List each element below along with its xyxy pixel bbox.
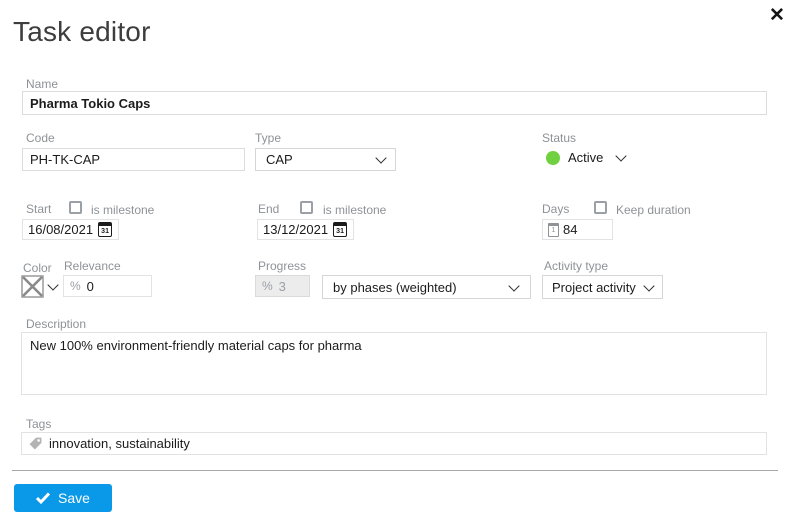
- keep-duration-checkbox[interactable]: [594, 201, 607, 214]
- days-input[interactable]: 1 84: [542, 219, 613, 240]
- save-button-label: Save: [58, 490, 90, 506]
- status-label: Status: [542, 131, 576, 145]
- status-selected-value: Active: [568, 150, 603, 165]
- days-value: 84: [563, 222, 577, 237]
- type-select[interactable]: CAP: [255, 148, 396, 171]
- save-button[interactable]: Save: [14, 484, 112, 512]
- chevron-down-icon: [47, 279, 58, 290]
- end-label: End: [258, 202, 279, 216]
- calendar-icon: 31: [333, 222, 347, 237]
- name-label: Name: [26, 77, 58, 91]
- color-select[interactable]: [21, 275, 57, 298]
- start-milestone-label: is milestone: [91, 203, 154, 217]
- start-date-value: 16/08/2021: [28, 222, 93, 237]
- color-label: Color: [23, 261, 52, 275]
- activity-type-select[interactable]: Project activity: [542, 275, 663, 299]
- check-icon: [36, 492, 50, 504]
- name-input[interactable]: [22, 91, 767, 115]
- progress-mode-selected-value: by phases (weighted): [333, 280, 457, 295]
- chevron-down-icon: [643, 280, 654, 291]
- task-editor-dialog: Task editor ✕ Name Code Type CAP Status …: [0, 0, 790, 532]
- tag-icon: [28, 436, 43, 451]
- end-date-value: 13/12/2021: [263, 222, 328, 237]
- type-selected-value: CAP: [266, 152, 293, 167]
- activity-type-label: Activity type: [544, 259, 608, 273]
- end-milestone-checkbox[interactable]: [300, 201, 313, 214]
- chevron-down-icon: [616, 150, 627, 161]
- progress-mode-select[interactable]: by phases (weighted): [322, 275, 531, 299]
- status-select[interactable]: Active: [546, 150, 625, 165]
- relevance-label: Relevance: [64, 259, 121, 273]
- relevance-value: 0: [87, 279, 94, 294]
- progress-value: 3: [279, 279, 286, 294]
- description-textarea[interactable]: New 100% environment-friendly material c…: [21, 332, 767, 395]
- description-label: Description: [26, 317, 86, 331]
- footer-divider: [12, 470, 778, 471]
- tags-label: Tags: [26, 417, 51, 431]
- days-label: Days: [542, 202, 569, 216]
- relevance-input[interactable]: % 0: [63, 275, 152, 297]
- code-label: Code: [26, 131, 55, 145]
- start-milestone-checkbox[interactable]: [69, 201, 82, 214]
- end-date-input[interactable]: 13/12/2021 31: [257, 219, 354, 240]
- activity-type-selected-value: Project activity: [552, 280, 636, 295]
- tags-field[interactable]: [21, 432, 767, 455]
- page-title: Task editor: [13, 16, 151, 48]
- progress-value-input-disabled: % 3: [255, 275, 310, 297]
- chevron-down-icon: [508, 280, 519, 291]
- keep-duration-label: Keep duration: [616, 203, 691, 217]
- end-milestone-label: is milestone: [323, 203, 386, 217]
- percent-icon: %: [70, 279, 81, 293]
- no-color-swatch-icon: [21, 275, 44, 298]
- tags-input[interactable]: [49, 436, 760, 451]
- start-label: Start: [26, 202, 51, 216]
- percent-icon: %: [262, 279, 273, 293]
- status-active-dot-icon: [546, 151, 560, 165]
- type-label: Type: [255, 131, 281, 145]
- start-date-input[interactable]: 16/08/2021 31: [22, 219, 119, 240]
- close-icon[interactable]: ✕: [769, 6, 785, 25]
- day-icon: 1: [548, 223, 559, 237]
- calendar-icon: 31: [98, 222, 112, 237]
- progress-label: Progress: [258, 259, 306, 273]
- chevron-down-icon: [375, 152, 386, 163]
- code-input[interactable]: [22, 148, 245, 171]
